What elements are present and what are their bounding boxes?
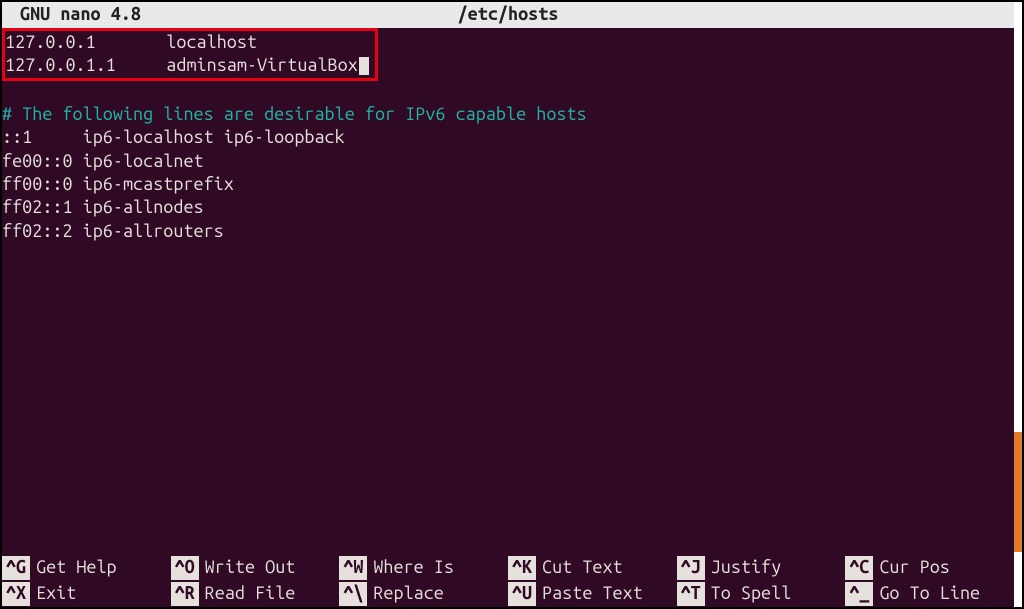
ipv6-line: ff02::2 ip6-allrouters [2,220,1014,243]
shortcut-label: Justify [711,556,782,579]
shortcut-get-help[interactable]: ^G Get Help [2,555,171,581]
shortcut-key: ^K [508,556,536,579]
shortcut-label: Get Help [36,556,117,579]
shortcut-key: ^W [339,556,367,579]
terminal[interactable]: GNU nano 4.8 /etc/hosts 127.0.0.1 localh… [2,2,1022,607]
text-cursor [359,57,369,75]
nano-app-name: GNU nano 4.8 [20,3,141,26]
shortcut-key: ^R [171,582,199,605]
entry-ip: 127.0.0.1 [5,32,96,52]
hosts-entry: 127.0.0.1.1 adminsam-VirtualBox [5,54,369,77]
scrollbar-thumb[interactable] [1014,432,1022,552]
shortcut-label: Write Out [205,556,296,579]
ipv6-line: ff02::1 ip6-allnodes [2,196,1014,219]
shortcut-replace[interactable]: ^\ Replace [339,581,508,607]
shortcut-key: ^G [2,556,30,579]
shortcut-label: Where Is [373,556,454,579]
shortcut-key: ^C [845,556,873,579]
shortcut-justify[interactable]: ^J Justify [677,555,846,581]
shortcut-label: Paste Text [542,582,643,605]
entry-host: adminsam-VirtualBox [166,55,358,75]
shortcut-to-spell[interactable]: ^T To Spell [677,581,846,607]
shortcut-key: ^\ [339,582,367,605]
shortcut-paste-text[interactable]: ^U Paste Text [508,581,677,607]
ipv6-line: ::1 ip6-localhost ip6-loopback [2,126,1014,149]
shortcut-label: Exit [36,582,76,605]
entry-host: localhost [166,32,257,52]
shortcut-cur-pos[interactable]: ^C Cur Pos [845,555,1014,581]
highlight-annotation: 127.0.0.1 localhost 127.0.0.1.1 adminsam… [2,28,378,81]
comment-line: # The following lines are desirable for … [2,103,1014,126]
nano-titlebar: GNU nano 4.8 /etc/hosts [2,2,1022,28]
shortcut-key: ^O [171,556,199,579]
shortcut-key: ^U [508,582,536,605]
ipv6-line: fe00::0 ip6-localnet [2,150,1014,173]
app-frame: GNU nano 4.8 /etc/hosts 127.0.0.1 localh… [0,0,1024,609]
shortcut-label: Read File [205,582,296,605]
shortcut-bar: ^G Get Help ^O Write Out ^W Where Is ^K Cut … [2,555,1014,607]
editor-content[interactable]: 127.0.0.1 localhost 127.0.0.1.1 adminsam… [2,28,1014,555]
shortcut-label: Replace [373,582,444,605]
ipv6-line: ff00::0 ip6-mcastprefix [2,173,1014,196]
shortcut-key: ^X [2,582,30,605]
shortcut-label: Cut Text [542,556,623,579]
blank-line [2,81,1014,103]
shortcut-label: Go To Line [879,582,980,605]
shortcut-label: Cur Pos [879,556,950,579]
shortcut-where-is[interactable]: ^W Where Is [339,555,508,581]
shortcut-key: ^T [677,582,705,605]
nano-file-name: /etc/hosts [2,3,1014,26]
shortcut-label: To Spell [711,582,792,605]
shortcut-cut-text[interactable]: ^K Cut Text [508,555,677,581]
shortcut-key: ^J [677,556,705,579]
shortcut-exit[interactable]: ^X Exit [2,581,171,607]
shortcut-key: ^_ [845,582,873,605]
shortcut-go-to-line[interactable]: ^_ Go To Line [845,581,1014,607]
entry-ip: 127.0.0.1.1 [5,55,116,75]
shortcut-read-file[interactable]: ^R Read File [171,581,340,607]
shortcut-write-out[interactable]: ^O Write Out [171,555,340,581]
hosts-entry: 127.0.0.1 localhost [5,31,369,54]
